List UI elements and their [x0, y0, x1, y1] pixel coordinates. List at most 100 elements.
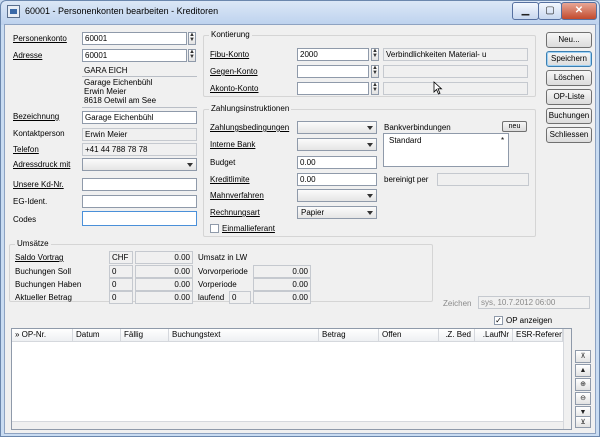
- bereinigt-per-label: bereinigt per: [384, 175, 429, 184]
- column-header-buchungstext[interactable]: Buchungstext: [169, 329, 319, 342]
- mouse-cursor-icon: [433, 81, 443, 95]
- vorvorperiode-label: Vorvorperiode: [198, 267, 248, 276]
- delete-button[interactable]: Löschen: [546, 70, 592, 86]
- address-block: GARA EICH Garage Eichenbühl Erwin Meier …: [82, 64, 197, 115]
- aktueller-betrag-value: 0.00: [135, 291, 193, 304]
- bezeichnung-label: Bezeichnung: [13, 112, 60, 121]
- first-record-icon[interactable]: ⊼: [575, 350, 591, 363]
- save-button[interactable]: Speichern: [546, 51, 592, 67]
- akonto-konto-description: [383, 82, 528, 95]
- address-line: 8618 Oetwil am See: [84, 96, 157, 105]
- buchungen-haben-label: Buchungen Haben: [15, 280, 82, 289]
- list-item[interactable]: Standard: [389, 136, 421, 145]
- buchungen-soll-label: Buchungen Soll: [15, 267, 72, 276]
- zahlungsbedingungen-label: Zahlungsbedingungen: [210, 123, 290, 132]
- vorperiode-label: Vorperiode: [198, 280, 237, 289]
- op-anzeigen-checkbox[interactable]: ✓: [494, 316, 503, 325]
- chevron-down-icon: [367, 126, 373, 130]
- interne-bank-select[interactable]: [297, 138, 377, 151]
- adresse-input[interactable]: 60001: [82, 49, 187, 62]
- unsere-kdnr-input[interactable]: [82, 178, 197, 191]
- column-header-laufnr[interactable]: .LaufNr: [475, 329, 513, 342]
- saldo-vortrag-label: Saldo Vortrag: [15, 253, 64, 262]
- column-header-esr-referenz[interactable]: ESR-Referenz: [513, 329, 563, 342]
- minimize-button[interactable]: ▁: [512, 2, 539, 20]
- laufend-label: laufend: [198, 293, 225, 302]
- address-divider: [82, 107, 197, 108]
- remove-record-icon[interactable]: ⊖: [575, 392, 591, 405]
- telefon-value: +41 44 788 78 78: [82, 143, 197, 156]
- aktueller-betrag-label: Aktueller Betrag: [15, 293, 72, 302]
- column-header-z-bed[interactable]: .Z. Bed: [439, 329, 475, 342]
- mahnverfahren-select[interactable]: [297, 189, 377, 202]
- app-window: 60001 - Personenkonten bearbeiten - Kred…: [0, 0, 600, 437]
- fibu-konto-description: Verbindlichkeiten Material- u: [383, 48, 528, 61]
- rechnungsart-select[interactable]: Papier: [297, 206, 377, 219]
- budget-input[interactable]: 0.00: [297, 156, 377, 169]
- zeichen-value: sys, 10.7.2012 06:00: [478, 296, 590, 309]
- rechnungsart-label: Rechnungsart: [210, 208, 260, 217]
- new-button[interactable]: Neu...: [546, 32, 592, 48]
- client-area: Personenkonto 60001 ▲ ▼ Adresse 60001 ▲ ▼ …: [4, 24, 596, 434]
- schliessen-button[interactable]: Schliessen: [546, 127, 592, 143]
- op-liste-button[interactable]: OP-Liste: [546, 89, 592, 105]
- fibu-konto-label: Fibu-Konto: [210, 50, 250, 59]
- akonto-konto-input[interactable]: [297, 82, 369, 95]
- add-record-icon[interactable]: ⊕: [575, 378, 591, 391]
- akonto-konto-spin[interactable]: ▲ ▼: [371, 82, 379, 95]
- chevron-down-icon: [367, 211, 373, 215]
- last-record-icon[interactable]: ⊻: [575, 416, 591, 428]
- gegen-konto-spin[interactable]: ▲ ▼: [371, 65, 379, 78]
- gegen-konto-description: [383, 65, 528, 78]
- rechnungsart-value: Papier: [301, 208, 325, 217]
- column-header-betrag[interactable]: Betrag: [319, 329, 379, 342]
- bezeichnung-input[interactable]: Garage Eichenbühl: [82, 111, 197, 124]
- einmallieferant-checkbox[interactable]: [210, 224, 219, 233]
- bankverbindungen-list[interactable]: Standard *: [383, 133, 509, 167]
- personenkonto-input[interactable]: 60001: [82, 32, 187, 45]
- buchungen-soll-value: 0.00: [135, 265, 193, 278]
- column-header-datum[interactable]: Datum: [73, 329, 121, 342]
- currency-value: CHF: [109, 251, 133, 264]
- vertical-scrollbar[interactable]: [563, 329, 571, 429]
- bankverbindungen-label: Bankverbindungen: [384, 123, 451, 132]
- laufend-count: 0: [229, 291, 251, 304]
- codes-input[interactable]: [82, 211, 197, 226]
- fibu-konto-input[interactable]: 2000: [297, 48, 369, 61]
- previous-record-icon[interactable]: ▲: [575, 364, 591, 377]
- eg-ident-input[interactable]: [82, 195, 197, 208]
- app-icon: [7, 5, 20, 18]
- zahlungsbedingungen-select[interactable]: [297, 121, 377, 134]
- column-header-faellig[interactable]: Fällig: [121, 329, 169, 342]
- adresse-spin[interactable]: ▲ ▼: [188, 49, 196, 62]
- gegen-konto-input[interactable]: [297, 65, 369, 78]
- telefon-label: Telefon: [13, 145, 39, 154]
- close-button[interactable]: ✕: [561, 2, 597, 20]
- umsatz-lw-label: Umsatz in LW: [198, 253, 248, 262]
- neu-bank-button[interactable]: neu: [502, 121, 527, 132]
- aktueller-betrag-count: 0: [109, 291, 133, 304]
- chevron-down-icon: [187, 163, 193, 167]
- op-table[interactable]: » OP-Nr. Datum Fällig Buchungstext Betra…: [11, 328, 572, 430]
- buchungen-haben-value: 0.00: [135, 278, 193, 291]
- personenkonto-spin[interactable]: ▲ ▼: [188, 32, 196, 45]
- vorperiode-value: 0.00: [253, 278, 311, 291]
- horizontal-scrollbar[interactable]: [12, 421, 563, 429]
- maximize-button[interactable]: ▢: [538, 2, 562, 20]
- zeichen-label: Zeichen: [443, 299, 472, 308]
- column-header-offen[interactable]: Offen: [379, 329, 439, 342]
- umsaetze-title: Umsätze: [15, 239, 51, 248]
- budget-label: Budget: [210, 158, 236, 167]
- op-anzeigen-label: OP anzeigen: [506, 316, 553, 325]
- address-line: Garage Eichenbühl: [84, 78, 153, 87]
- kontaktperson-value: Erwin Meier: [82, 128, 197, 141]
- buchungen-button[interactable]: Buchungen: [546, 108, 592, 124]
- interne-bank-label: Interne Bank: [210, 140, 256, 149]
- adressdruck-select[interactable]: [82, 158, 197, 171]
- adressdruck-label: Adressdruck mit: [13, 160, 71, 169]
- kreditlimite-input[interactable]: 0.00: [297, 173, 377, 186]
- gegen-konto-label: Gegen-Konto: [210, 67, 258, 76]
- fibu-konto-spin[interactable]: ▲ ▼: [371, 48, 379, 61]
- chevron-down-icon: [367, 194, 373, 198]
- column-header-op-nr[interactable]: » OP-Nr.: [12, 329, 73, 342]
